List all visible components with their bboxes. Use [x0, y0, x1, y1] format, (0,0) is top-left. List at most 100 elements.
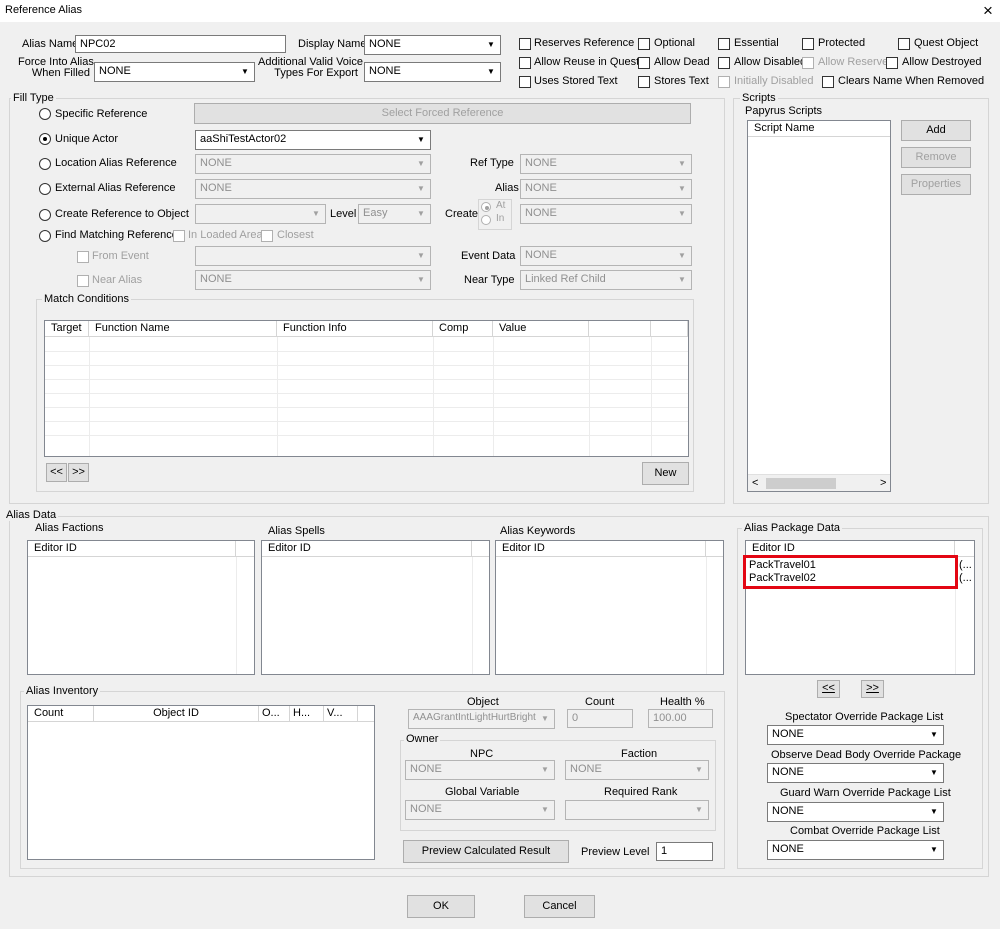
col-script-name[interactable]: Script Name	[748, 121, 890, 137]
col-v[interactable]: V...	[324, 706, 358, 722]
specific-reference-radio[interactable]	[39, 108, 51, 120]
preview-calculated-button[interactable]: Preview Calculated Result	[403, 840, 569, 863]
match-prev-button[interactable]: <<	[46, 463, 67, 482]
from-event-select[interactable]: ▼	[195, 246, 431, 266]
uses-stored-text-checkbox[interactable]	[519, 76, 531, 88]
add-script-button[interactable]: Add	[901, 120, 971, 141]
col-target[interactable]: Target	[45, 321, 89, 337]
find-matching-radio[interactable]	[39, 230, 51, 242]
object-select[interactable]: AAAGrantIntLightHurtBright ▼	[408, 709, 555, 729]
match-conditions-table[interactable]: Target Function Name Function Info Comp …	[44, 320, 689, 457]
health-input[interactable]: 100.00	[648, 709, 713, 728]
alias-name-input[interactable]: NPC02	[75, 35, 286, 53]
allow-reserved-checkbox[interactable]	[802, 57, 814, 69]
level-select[interactable]: Easy ▼	[358, 204, 431, 224]
col-o[interactable]: O...	[259, 706, 290, 722]
unique-actor-radio[interactable]	[39, 133, 51, 145]
display-name-select[interactable]: NONE ▼	[364, 35, 501, 55]
unique-actor-select[interactable]: aaShiTestActor02 ▼	[195, 130, 431, 150]
script-properties-button[interactable]: Properties	[901, 174, 971, 195]
quest-object-label: Quest Object	[914, 37, 979, 49]
external-alias-select[interactable]: NONE ▼	[195, 179, 431, 199]
inventory-table[interactable]: Count Object ID O... H... V...	[27, 705, 375, 860]
col-editor-id[interactable]: Editor ID	[28, 541, 236, 557]
alias-select[interactable]: NONE ▼	[520, 179, 692, 199]
create-location-select[interactable]: NONE ▼	[520, 204, 692, 224]
select-forced-reference-button[interactable]: Select Forced Reference	[194, 103, 691, 124]
scroll-left-icon[interactable]: <	[752, 477, 758, 489]
grid-line	[706, 557, 707, 674]
allow-disabled-checkbox[interactable]	[718, 57, 730, 69]
close-icon[interactable]: ×	[978, 1, 998, 21]
clears-name-checkbox[interactable]	[822, 76, 834, 88]
col-h[interactable]: H...	[290, 706, 324, 722]
chevron-down-icon: ▼	[930, 768, 938, 777]
allow-reuse-checkbox[interactable]	[519, 57, 531, 69]
alias-factions-list[interactable]: Editor ID	[27, 540, 255, 675]
protected-checkbox[interactable]	[802, 38, 814, 50]
count-input[interactable]: 0	[567, 709, 633, 728]
near-alias-select[interactable]: NONE ▼	[195, 270, 431, 290]
col-comp[interactable]: Comp	[433, 321, 493, 337]
scroll-right-icon[interactable]: >	[880, 477, 886, 489]
guard-select[interactable]: NONE ▼	[767, 802, 944, 822]
event-data-select[interactable]: NONE ▼	[520, 246, 692, 266]
match-next-button[interactable]: >>	[68, 463, 89, 482]
create-at-radio[interactable]	[481, 202, 491, 212]
preview-level-input[interactable]: 1	[656, 842, 713, 861]
chevron-down-icon: ▼	[678, 209, 686, 218]
reserves-reference-checkbox[interactable]	[519, 38, 531, 50]
combat-select[interactable]: NONE ▼	[767, 840, 944, 860]
voice-types-select[interactable]: NONE ▼	[364, 62, 501, 82]
allow-dead-checkbox[interactable]	[638, 57, 650, 69]
required-rank-label: Required Rank	[604, 786, 678, 798]
scrollbar-thumb[interactable]	[766, 478, 836, 489]
col-editor-id[interactable]: Editor ID	[496, 541, 706, 557]
allow-destroyed-checkbox[interactable]	[886, 57, 898, 69]
spectator-select[interactable]: NONE ▼	[767, 725, 944, 745]
create-in-radio[interactable]	[481, 215, 491, 225]
quest-object-checkbox[interactable]	[898, 38, 910, 50]
grid-line	[651, 337, 652, 456]
remove-script-button[interactable]: Remove	[901, 147, 971, 168]
cancel-button[interactable]: Cancel	[524, 895, 595, 918]
external-alias-radio[interactable]	[39, 183, 51, 195]
global-variable-select[interactable]: NONE ▼	[405, 800, 555, 820]
npc-select[interactable]: NONE ▼	[405, 760, 555, 780]
in-loaded-area-checkbox[interactable]	[173, 230, 185, 242]
ref-type-select[interactable]: NONE ▼	[520, 154, 692, 174]
essential-checkbox[interactable]	[718, 38, 730, 50]
col-object-id[interactable]: Object ID	[94, 706, 259, 722]
create-object-select[interactable]: ▼	[195, 204, 326, 224]
observe-select[interactable]: NONE ▼	[767, 763, 944, 783]
package-next-button[interactable]: >>	[861, 680, 884, 698]
closest-checkbox[interactable]	[261, 230, 273, 242]
level-value: Easy	[363, 207, 388, 219]
initially-disabled-checkbox[interactable]	[718, 76, 730, 88]
alias-spells-list[interactable]: Editor ID	[261, 540, 490, 675]
optional-checkbox[interactable]	[638, 38, 650, 50]
near-alias-checkbox[interactable]	[77, 275, 89, 287]
location-alias-radio[interactable]	[39, 158, 51, 170]
grid-line	[45, 435, 688, 436]
chevron-down-icon: ▼	[678, 275, 686, 284]
col-value[interactable]: Value	[493, 321, 589, 337]
ok-button[interactable]: OK	[407, 895, 475, 918]
col-editor-id[interactable]: Editor ID	[262, 541, 472, 557]
stores-text-checkbox[interactable]	[638, 76, 650, 88]
scripts-list[interactable]: Script Name < >	[747, 120, 891, 492]
near-type-select[interactable]: Linked Ref Child ▼	[520, 270, 692, 290]
match-new-button[interactable]: New	[642, 462, 689, 485]
from-event-checkbox[interactable]	[77, 251, 89, 263]
package-row-extra: (...	[959, 572, 972, 584]
col-function-info[interactable]: Function Info	[277, 321, 433, 337]
required-rank-select[interactable]: ▼	[565, 800, 709, 820]
alias-keywords-list[interactable]: Editor ID	[495, 540, 724, 675]
faction-select[interactable]: NONE ▼	[565, 760, 709, 780]
package-prev-button[interactable]: <<	[817, 680, 840, 698]
col-function-name[interactable]: Function Name	[89, 321, 277, 337]
location-alias-select[interactable]: NONE ▼	[195, 154, 431, 174]
create-reference-radio[interactable]	[39, 209, 51, 221]
force-into-select[interactable]: NONE ▼	[94, 62, 255, 82]
col-count[interactable]: Count	[28, 706, 94, 722]
